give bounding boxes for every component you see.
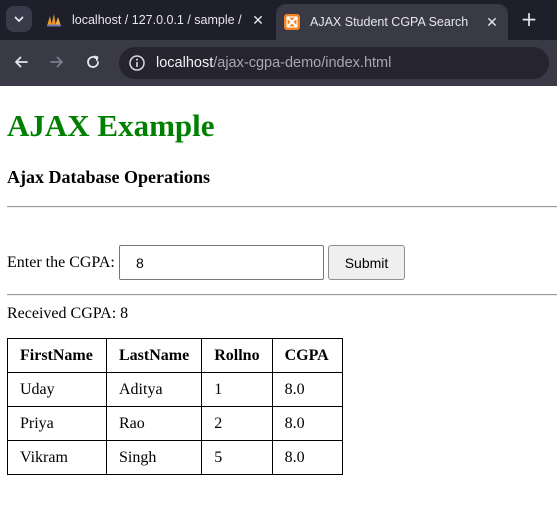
table-cell: Rao [105, 406, 203, 441]
forward-button[interactable] [46, 51, 68, 73]
submit-button[interactable]: Submit [328, 245, 405, 280]
column-header: Rollno [201, 338, 273, 373]
results-table: FirstName LastName Rollno CGPA Uday Adit… [7, 338, 343, 475]
close-icon[interactable]: ✕ [480, 14, 504, 31]
tab-title: AJAX Student CGPA Search [310, 15, 469, 29]
address-path: /ajax-cgpa-demo/index.html [213, 55, 392, 71]
address-bar[interactable]: localhost/ajax-cgpa-demo/index.html [119, 47, 549, 79]
address-host: localhost [156, 55, 214, 71]
column-header: FirstName [7, 338, 107, 373]
tab-strip: localhost / 127.0.0.1 / sample / ✕ AJAX … [0, 0, 557, 40]
page-content: AJAX Example Ajax Database Operations En… [0, 86, 557, 505]
table-cell: Vikram [7, 440, 107, 475]
table-cell: 1 [201, 372, 273, 407]
table-row: Priya Rao 2 8.0 [7, 406, 343, 441]
phpmyadmin-icon [47, 14, 61, 27]
reload-icon [87, 55, 99, 68]
table-cell: 8.0 [271, 372, 343, 407]
browser-toolbar: localhost/ajax-cgpa-demo/index.html [0, 40, 557, 86]
address-url: localhost/ajax-cgpa-demo/index.html [156, 55, 391, 71]
table-cell: 8.0 [271, 406, 343, 441]
close-icon[interactable]: ✕ [246, 12, 270, 29]
column-header: CGPA [271, 338, 343, 373]
chevron-down-icon [14, 16, 24, 22]
tab-ajax-student-cgpa[interactable]: AJAX Student CGPA Search ✕ [276, 4, 508, 40]
arrow-right-icon [50, 56, 63, 68]
column-header: LastName [105, 338, 203, 373]
table-header-row: FirstName LastName Rollno CGPA [7, 338, 343, 373]
xampp-icon [284, 14, 300, 30]
table-cell: Uday [7, 372, 107, 407]
cgpa-label: Enter the CGPA: [7, 254, 115, 271]
new-tab-button[interactable]: + [516, 8, 542, 32]
table-row: Uday Aditya 1 8.0 [7, 372, 343, 407]
back-button[interactable] [10, 51, 32, 73]
divider-top [7, 206, 557, 208]
tab-title: localhost / 127.0.0.1 / sample / [72, 13, 242, 27]
table-cell: Priya [7, 406, 107, 441]
received-cgpa-text: Received CGPA: 8 [7, 305, 129, 322]
tab-phpmyadmin[interactable]: localhost / 127.0.0.1 / sample / ✕ [38, 4, 274, 36]
divider-bottom [7, 294, 557, 296]
arrow-left-icon [15, 56, 28, 68]
reload-button[interactable] [82, 51, 104, 73]
table-cell: 5 [201, 440, 273, 475]
cgpa-input[interactable] [119, 245, 324, 280]
table-cell: Singh [105, 440, 203, 475]
table-cell: 2 [201, 406, 273, 441]
table-cell: Aditya [105, 372, 203, 407]
table-row: Vikram Singh 5 8.0 [7, 440, 343, 475]
table-cell: 8.0 [271, 440, 343, 475]
page-title: AJAX Example [7, 108, 215, 143]
page-subtitle: Ajax Database Operations [7, 167, 210, 187]
tab-search-button[interactable] [6, 6, 32, 32]
site-info-icon[interactable] [128, 54, 146, 72]
